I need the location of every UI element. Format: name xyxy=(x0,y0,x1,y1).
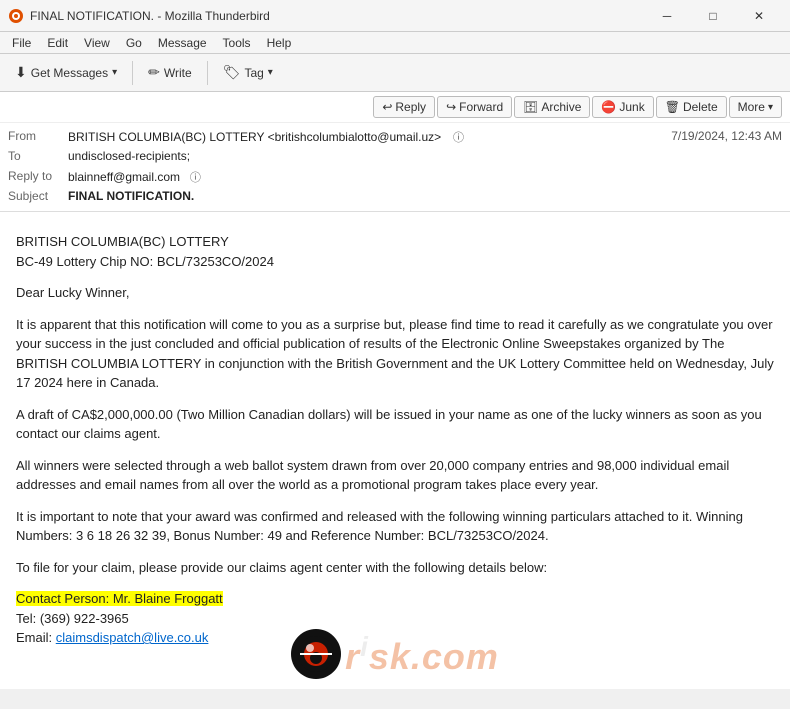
email-action-toolbar: ↩ Reply ↪ Forward 🗄 Archive ⛔ Junk 🗑 Del… xyxy=(0,92,790,123)
archive-icon: 🗄 xyxy=(523,100,538,114)
body-para5: It is important to note that your award … xyxy=(16,507,774,546)
body-para3: A draft of CA$2,000,000.00 (Two Million … xyxy=(16,405,774,444)
email-date: 7/19/2024, 12:43 AM xyxy=(671,129,782,143)
contact-email-link[interactable]: claimsdispatch@live.co.uk xyxy=(56,630,209,645)
body-contact: Contact Person: Mr. Blaine Froggatt Tel:… xyxy=(16,589,774,648)
tag-icon: 🏷 xyxy=(223,64,241,81)
to-label: To xyxy=(8,149,68,163)
toolbar: ⬇ Get Messages ▾ ✏ Write 🏷 Tag ▾ xyxy=(0,54,790,92)
sender-info-icon[interactable]: ⓘ xyxy=(451,129,467,145)
archive-button[interactable]: 🗄 Archive xyxy=(514,96,590,118)
menu-go[interactable]: Go xyxy=(118,34,150,52)
window-controls: ─ □ ✕ xyxy=(644,0,782,32)
menu-file[interactable]: File xyxy=(4,34,39,52)
toolbar-divider-2 xyxy=(207,61,208,85)
reply-to-row: Reply to blainneff@gmail.com ⓘ xyxy=(8,167,782,187)
reply-button[interactable]: ↩ Reply xyxy=(373,96,435,118)
app-icon xyxy=(8,8,24,24)
from-row: From BRITISH COLUMBIA(BC) LOTTERY <briti… xyxy=(8,127,782,147)
title-bar: FINAL NOTIFICATION. - Mozilla Thunderbir… xyxy=(0,0,790,32)
forward-icon: ↪ xyxy=(446,100,456,114)
get-messages-icon: ⬇ xyxy=(15,64,27,81)
contact-email-label: Email: xyxy=(16,630,56,645)
subject-row: Subject FINAL NOTIFICATION. xyxy=(8,187,782,207)
menu-help[interactable]: Help xyxy=(259,34,300,52)
junk-button[interactable]: ⛔ Junk xyxy=(592,96,653,118)
subject-value: FINAL NOTIFICATION. xyxy=(68,189,782,203)
get-messages-dropdown-icon: ▾ xyxy=(112,67,117,78)
body-para6: To file for your claim, please provide o… xyxy=(16,558,774,578)
from-value: BRITISH COLUMBIA(BC) LOTTERY <britishcol… xyxy=(68,129,671,145)
maximize-button[interactable]: □ xyxy=(690,0,736,32)
reply-to-label: Reply to xyxy=(8,169,68,183)
menu-edit[interactable]: Edit xyxy=(39,34,76,52)
reply-to-info-icon[interactable]: ⓘ xyxy=(187,169,203,185)
email-header-fields: From BRITISH COLUMBIA(BC) LOTTERY <briti… xyxy=(0,123,790,211)
reply-icon: ↩ xyxy=(382,100,392,114)
menu-tools[interactable]: Tools xyxy=(215,34,259,52)
from-label: From xyxy=(8,129,68,143)
to-value: undisclosed-recipients; xyxy=(68,149,782,163)
body-lottery-name: BRITISH COLUMBIA(BC) LOTTERY BC-49 Lotte… xyxy=(16,232,774,271)
reply-to-value: blainneff@gmail.com ⓘ xyxy=(68,169,782,185)
to-row: To undisclosed-recipients; xyxy=(8,147,782,167)
contact-tel: Tel: (369) 922-3965 xyxy=(16,611,129,626)
junk-icon: ⛔ xyxy=(601,100,616,114)
body-para4: All winners were selected through a web … xyxy=(16,456,774,495)
close-button[interactable]: ✕ xyxy=(736,0,782,32)
tag-button[interactable]: 🏷 Tag ▾ xyxy=(214,59,282,86)
contact-person: Contact Person: Mr. Blaine Froggatt xyxy=(16,591,223,606)
email-header: ↩ Reply ↪ Forward 🗄 Archive ⛔ Junk 🗑 Del… xyxy=(0,92,790,212)
more-dropdown-icon: ▾ xyxy=(768,102,773,113)
menu-message[interactable]: Message xyxy=(150,34,215,52)
get-messages-button[interactable]: ⬇ Get Messages ▾ xyxy=(6,59,126,86)
write-icon: ✏ xyxy=(148,64,160,81)
more-button[interactable]: More ▾ xyxy=(729,96,782,118)
delete-icon: 🗑 xyxy=(665,100,680,114)
menu-bar: File Edit View Go Message Tools Help xyxy=(0,32,790,54)
tag-dropdown-icon: ▾ xyxy=(268,67,273,78)
minimize-button[interactable]: ─ xyxy=(644,0,690,32)
delete-button[interactable]: 🗑 Delete xyxy=(656,96,727,118)
email-body: BRITISH COLUMBIA(BC) LOTTERY BC-49 Lotte… xyxy=(0,212,790,689)
toolbar-divider-1 xyxy=(132,61,133,85)
write-button[interactable]: ✏ Write xyxy=(139,59,201,86)
body-para2: It is apparent that this notification wi… xyxy=(16,315,774,393)
body-greeting: Dear Lucky Winner, xyxy=(16,283,774,303)
forward-button[interactable]: ↪ Forward xyxy=(437,96,512,118)
subject-label: Subject xyxy=(8,189,68,203)
email-actions: ↩ Reply ↪ Forward 🗄 Archive ⛔ Junk 🗑 Del… xyxy=(373,96,782,118)
window-title: FINAL NOTIFICATION. - Mozilla Thunderbir… xyxy=(30,9,644,23)
menu-view[interactable]: View xyxy=(76,34,118,52)
